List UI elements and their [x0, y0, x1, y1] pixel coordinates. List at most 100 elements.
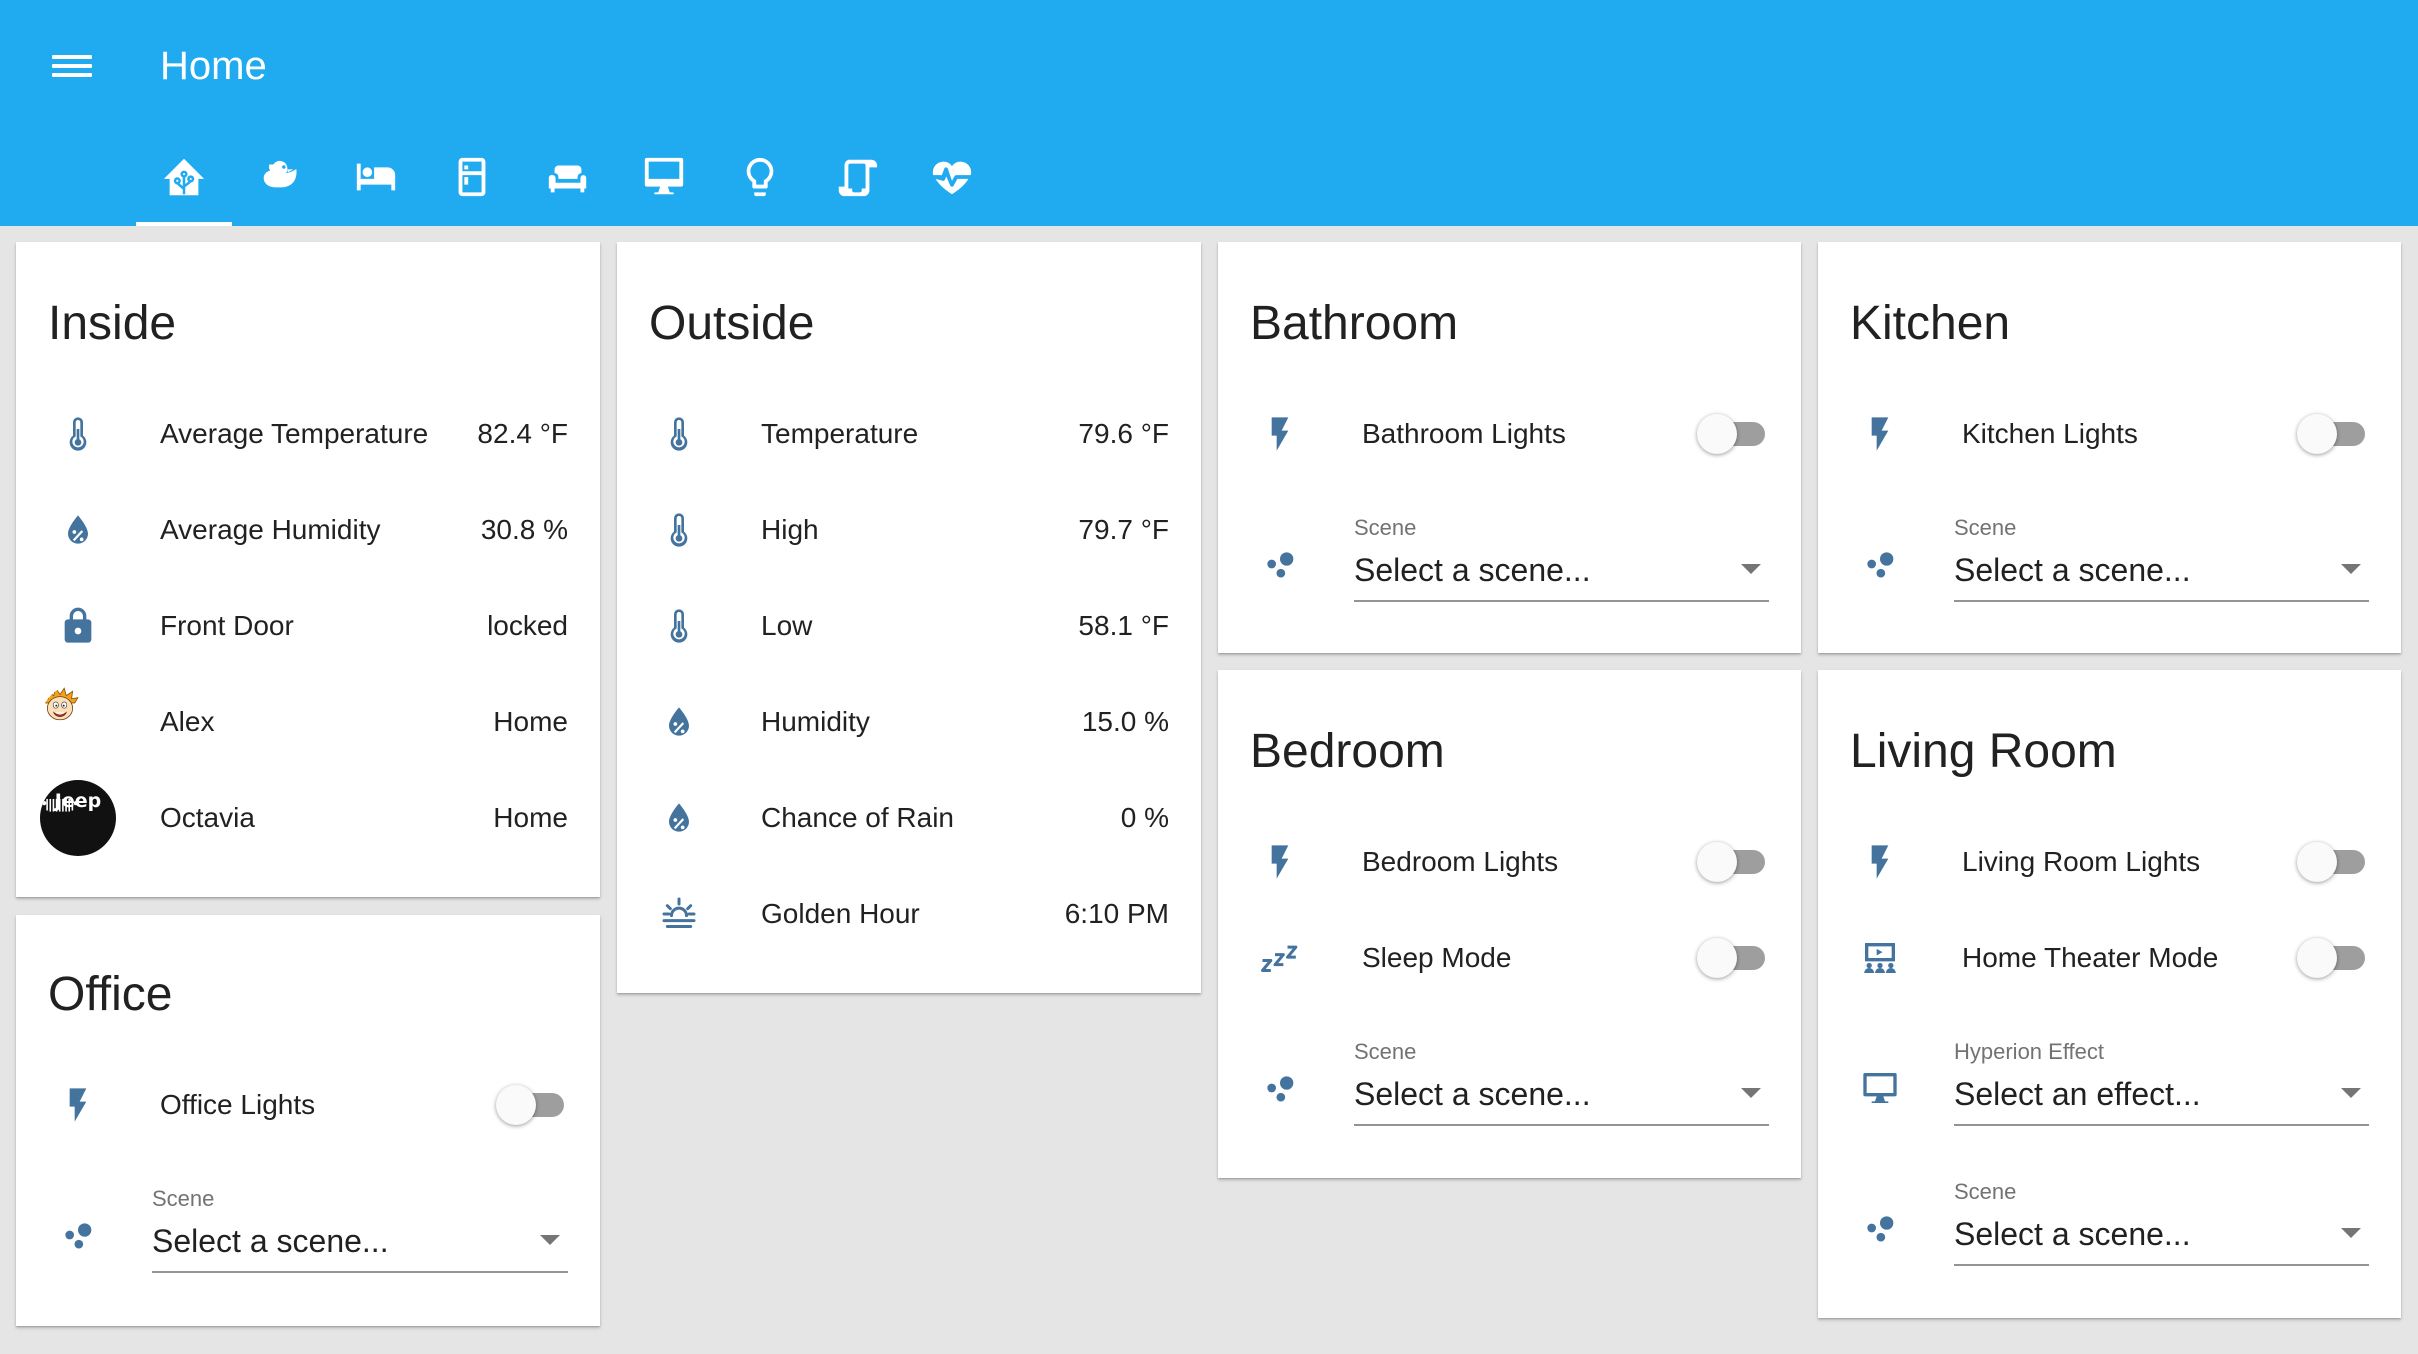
row-label: Temperature — [761, 418, 919, 449]
water-percent-icon — [58, 510, 98, 550]
bathroom-lights-toggle[interactable] — [1697, 414, 1769, 454]
row-label: Chance of Rain — [761, 802, 955, 833]
tab-bedroom[interactable] — [328, 142, 424, 226]
flash-icon — [1260, 842, 1300, 882]
office-card: Office Office Lights Scene Select a scen… — [16, 915, 600, 1326]
front-door-row[interactable]: Front Door locked — [16, 596, 600, 656]
field-value: Select a scene... — [1954, 552, 2191, 588]
dropdown-arrow-icon — [540, 1235, 560, 1245]
bathroom-card: Bathroom Bathroom Lights Scene Select a … — [1218, 242, 1801, 653]
bedroom-lights-row: Bedroom Lights — [1218, 832, 1801, 892]
sleep-mode-toggle[interactable] — [1697, 938, 1769, 978]
high-row[interactable]: High 79.7 °F — [617, 500, 1201, 560]
tab-health[interactable] — [904, 142, 1000, 226]
row-label: Sleep Mode — [1362, 942, 1512, 973]
home-theater-row: Home Theater Mode — [1818, 928, 2401, 988]
dropdown-arrow-icon — [2341, 1088, 2361, 1098]
living-room-lights-toggle[interactable] — [2297, 842, 2369, 882]
bedroom-card: Bedroom Bedroom Lights Sleep Mode Scene … — [1218, 670, 1801, 1178]
hotel-bed-icon — [356, 163, 396, 191]
chance-of-rain-row[interactable]: Chance of Rain 0 % — [617, 788, 1201, 848]
tab-bathroom[interactable] — [232, 142, 328, 226]
flash-icon — [1860, 414, 1900, 454]
duck-icon — [263, 160, 297, 188]
temperature-row[interactable]: Temperature 79.6 °F — [617, 404, 1201, 464]
living-room-card: Living Room Living Room Lights Home Thea… — [1818, 670, 2401, 1318]
thermometer-icon — [659, 414, 699, 454]
office-scene-row: Scene Select a scene... — [16, 1185, 600, 1281]
row-label: Octavia — [160, 802, 255, 833]
row-value: Home — [493, 802, 568, 833]
average-humidity-row[interactable]: Average Humidity 30.8 % — [16, 500, 600, 560]
menu-icon[interactable] — [52, 50, 92, 82]
row-value: Home — [493, 706, 568, 737]
card-title: Outside — [649, 297, 815, 350]
octavia-row[interactable]: Jeep Octavia Home — [16, 780, 600, 856]
app-toolbar: Home — [0, 0, 2418, 226]
tab-lights[interactable] — [712, 142, 808, 226]
dropdown-arrow-icon — [2341, 1228, 2361, 1238]
view-tabs — [136, 142, 1000, 226]
desktop-mac-icon — [644, 157, 684, 195]
avatar-jeep: Jeep — [40, 780, 116, 856]
field-value: Select a scene... — [152, 1223, 389, 1259]
tab-kitchen[interactable] — [424, 142, 520, 226]
kitchen-lights-toggle[interactable] — [2297, 414, 2369, 454]
field-label: Scene — [152, 1186, 215, 1211]
kitchen-scene-row: Scene Select a scene... — [1818, 514, 2401, 610]
office-lights-row: Office Lights — [16, 1075, 600, 1135]
row-value: 79.6 °F — [1078, 418, 1169, 449]
scene-select[interactable]: Scene Select a scene... — [1354, 514, 1769, 610]
row-label: Office Lights — [160, 1089, 316, 1120]
theater-icon — [1860, 938, 1900, 978]
average-temperature-row[interactable]: Average Temperature 82.4 °F — [16, 404, 600, 464]
row-label: Alex — [160, 706, 215, 737]
field-value: Select a scene... — [1354, 1076, 1591, 1112]
bedroom-lights-toggle[interactable] — [1697, 842, 1769, 882]
sleep-mode-row: Sleep Mode — [1218, 928, 1801, 988]
weather-sunset-icon — [659, 894, 699, 934]
bathroom-scene-row: Scene Select a scene... — [1218, 514, 1801, 610]
row-label: Average Humidity — [160, 514, 381, 545]
dropdown-arrow-icon — [1741, 1088, 1761, 1098]
lightbulb-outline-icon — [746, 157, 774, 197]
field-value: Select an effect... — [1954, 1076, 2201, 1112]
scene-select[interactable]: Scene Select a scene... — [1354, 1038, 1769, 1134]
golden-hour-row[interactable]: Golden Hour 6:10 PM — [617, 884, 1201, 944]
kitchen-lights-row: Kitchen Lights — [1818, 404, 2401, 464]
tab-scripts[interactable] — [808, 142, 904, 226]
office-lights-toggle[interactable] — [496, 1085, 568, 1125]
card-title: Office — [48, 968, 173, 1021]
alex-row[interactable]: Alex Home — [16, 687, 600, 752]
effect-select[interactable]: Hyperion Effect Select an effect... — [1954, 1038, 2369, 1134]
field-value: Select a scene... — [1954, 1216, 2191, 1252]
flash-icon — [58, 1085, 98, 1125]
scene-select[interactable]: Scene Select a scene... — [152, 1185, 568, 1281]
row-value: 15.0 % — [1081, 706, 1169, 737]
scene-select[interactable]: Scene Select a scene... — [1954, 1178, 2369, 1274]
sofa-icon — [548, 165, 587, 193]
tab-office[interactable] — [616, 142, 712, 226]
heart-pulse-icon — [932, 161, 972, 195]
card-title: Kitchen — [1850, 297, 2011, 350]
humidity-row[interactable]: Humidity 15.0 % — [617, 692, 1201, 752]
thermometer-icon — [58, 414, 98, 454]
low-row[interactable]: Low 58.1 °F — [617, 596, 1201, 656]
tab-living-room[interactable] — [520, 142, 616, 226]
card-title: Inside — [48, 297, 177, 350]
field-label: Scene — [1354, 1039, 1417, 1064]
scene-icon — [1860, 544, 1900, 584]
row-value: 58.1 °F — [1078, 610, 1169, 641]
scene-icon — [1860, 1208, 1900, 1248]
thermometer-icon — [659, 606, 699, 646]
living-room-scene-row: Scene Select a scene... — [1818, 1178, 2401, 1274]
card-title: Bedroom — [1250, 725, 1445, 778]
row-label: Living Room Lights — [1962, 846, 2201, 877]
row-label: Humidity — [761, 706, 870, 737]
scene-select[interactable]: Scene Select a scene... — [1954, 514, 2369, 610]
row-label: Low — [761, 610, 813, 641]
field-label: Scene — [1354, 515, 1417, 540]
home-theater-toggle[interactable] — [2297, 938, 2369, 978]
home-assistant-icon — [163, 158, 205, 196]
tab-home[interactable] — [136, 142, 232, 226]
